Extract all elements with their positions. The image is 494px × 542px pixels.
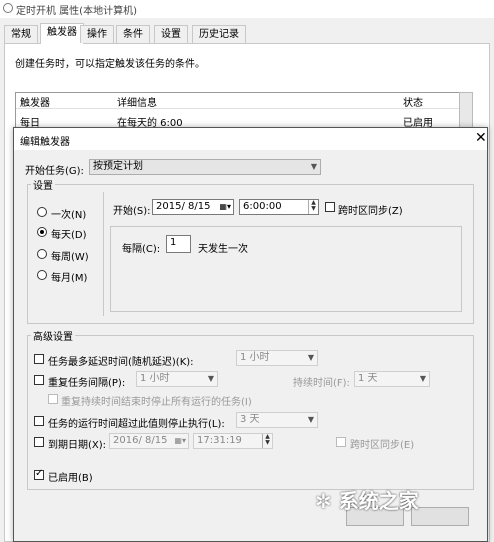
expire-time-input[interactable]: 17:31:19 ▲ ▼ [193,433,273,449]
repeat-select[interactable]: 1 小时 ▼ [136,371,218,387]
start-task-select[interactable]: 按预定计划 ▼ [89,159,321,175]
close-icon[interactable]: ✕ [475,131,487,145]
expire-label: 到期日期(X): [48,440,107,451]
radio-weekly-label: 每周(W) [51,252,89,263]
expire-date-picker[interactable]: 2016/ 8/15 ▦▾ [109,433,189,449]
chevron-down-icon: ▼ [310,162,317,171]
watermark-text: 系统之家 [338,489,419,513]
app-icon [3,3,13,13]
radio-once-label: 一次(N) [51,210,87,221]
duration-label: 持续时间(F): [293,378,350,389]
stop-if-label: 任务的运行时间超过此值则停止执行(L): [48,419,225,430]
dialog-title: 编辑触发器 [20,137,70,148]
chevron-down-icon: ▼ [307,415,314,424]
tab-general[interactable]: 常规 [4,25,38,43]
start-time-value: 6:00:00 [243,201,282,212]
settings-group-label: 设置 [31,177,55,192]
chevron-down-icon: ▼ [207,374,214,383]
stop-all-label: 重复持续时间结束时停止所有运行的任务(I) [61,397,252,408]
repeat-label: 重复任务间隔(P): [48,378,126,389]
expire-tz-label: 跨时区同步(E) [350,440,415,451]
list-scrollbar[interactable] [459,92,473,132]
expire-time-value: 17:31:19 [197,435,242,446]
duration-select[interactable]: 1 天 ▼ [354,371,430,387]
chevron-down-icon: ▼ [307,353,314,362]
tab-settings[interactable]: 设置 [154,25,188,43]
expire-tz-checkbox[interactable] [336,437,346,447]
expire-date-value: 2016/ 8/15 [113,435,168,446]
start-date-value: 2015/ 8/15 [156,201,211,212]
recurrence-panel [110,226,462,312]
watermark-logo: ✲ 系统之家 [315,489,419,513]
calendar-icon: ▦▾ [174,436,186,445]
cancel-button[interactable] [411,507,469,526]
time-spinner[interactable]: ▲ ▼ [308,200,318,214]
radio-monthly-label: 每月(M) [51,273,88,284]
triggers-description: 创建任务时，可以指定触发该任务的条件。 [15,59,205,70]
radio-once[interactable] [37,207,47,217]
radio-daily[interactable] [37,227,47,237]
duration-value: 1 天 [358,373,378,384]
tab-history[interactable]: 历史记录 [192,25,246,43]
expire-checkbox[interactable] [34,437,44,447]
column-status[interactable]: 状态 [403,94,423,109]
tab-triggers[interactable]: 触发器 [40,23,84,44]
every-suffix: 天发生一次 [198,244,248,255]
stop-if-checkbox[interactable] [34,416,44,426]
delay-select[interactable]: 1 小时 ▼ [236,350,318,366]
delay-label: 任务最多延迟时间(随机延迟)(K): [48,357,194,368]
start-date-picker[interactable]: 2015/ 8/15 ▦▾ [152,199,234,215]
repeat-checkbox[interactable] [34,375,44,385]
time-spinner[interactable]: ▲ ▼ [262,434,272,448]
enabled-label: 已启用(B) [48,473,93,484]
tab-actions[interactable]: 操作 [80,25,114,43]
column-details[interactable]: 详细信息 [117,94,157,109]
radio-weekly[interactable] [37,249,47,259]
triggers-list-header [16,93,459,109]
start-task-value: 按预定计划 [93,161,143,172]
every-input[interactable]: 1 [166,235,191,253]
tz-sync-label: 跨时区同步(Z) [338,206,403,217]
start-time-input[interactable]: 6:00:00 ▲ ▼ [239,199,319,215]
properties-title-bar: 定时开机 属性(本地计算机) [0,0,494,18]
dialog-title-bar: 编辑触发器 ✕ [14,128,487,150]
every-label: 每隔(C): [122,244,161,255]
advanced-group-label: 高级设置 [31,328,75,343]
radio-monthly[interactable] [37,270,47,280]
stop-if-value: 3 天 [240,414,260,425]
start-task-label: 开始任务(G): [25,166,84,177]
delay-value: 1 小时 [240,352,270,363]
radio-daily-label: 每天(D) [51,230,87,241]
settings-divider [103,192,104,316]
repeat-value: 1 小时 [140,373,170,384]
enabled-checkbox[interactable] [34,468,44,480]
properties-window-title: 定时开机 属性(本地计算机) [16,6,137,17]
calendar-icon: ▦▾ [219,202,231,211]
start-label: 开始(S): [113,206,151,217]
tab-conditions[interactable]: 条件 [116,25,150,43]
delay-checkbox[interactable] [34,354,44,364]
stop-all-checkbox[interactable] [48,394,58,404]
stop-if-select[interactable]: 3 天 ▼ [236,412,318,428]
tz-sync-checkbox[interactable] [325,202,335,212]
column-trigger[interactable]: 触发器 [20,94,50,109]
chevron-down-icon: ▼ [419,374,426,383]
